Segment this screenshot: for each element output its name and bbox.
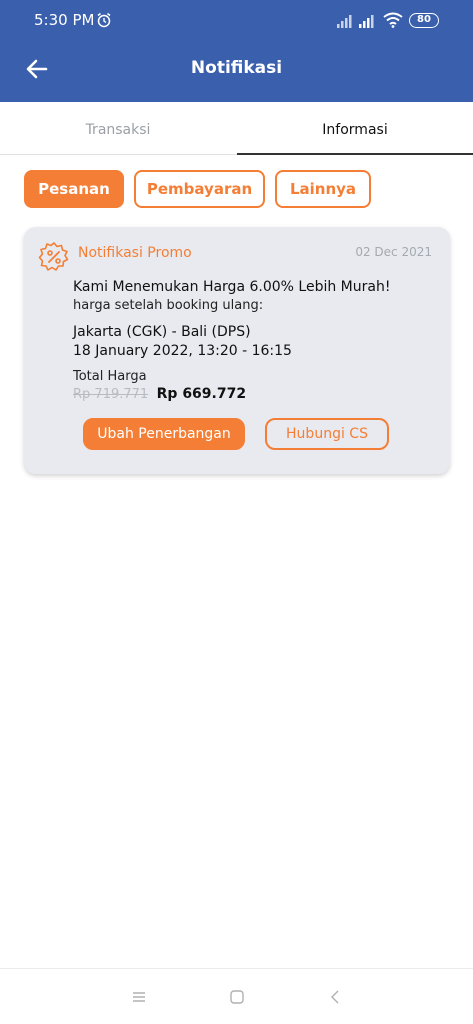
change-flight-button[interactable]: Ubah Penerbangan (83, 418, 245, 450)
page-title: Notifikasi (190, 58, 283, 78)
status-bar: 5:30 PM 80 (0, 0, 473, 40)
notification-type-label: Notifikasi Promo (78, 245, 192, 261)
flight-schedule: 18 January 2022, 13:20 - 16:15 (73, 343, 292, 359)
new-price: Rp 669.772 (156, 386, 247, 402)
price-row: Rp 719.771 Rp 669.772 (73, 386, 246, 402)
notification-subline: harga setelah booking ulang: (73, 298, 264, 313)
filter-chip-pesanan[interactable]: Pesanan (24, 170, 124, 208)
alarm-icon (97, 12, 111, 28)
old-price: Rp 719.771 (73, 387, 149, 402)
nav-back-icon[interactable] (328, 989, 344, 1005)
tab-transaksi[interactable]: Transaksi (0, 102, 236, 155)
app-bar: Notifikasi (0, 40, 473, 102)
flight-route: Jakarta (CGK) - Bali (DPS) (73, 324, 251, 340)
signal-icon (337, 15, 352, 28)
total-price-label: Total Harga (73, 369, 147, 384)
menu-icon[interactable] (131, 989, 147, 1005)
signal-icon (359, 15, 374, 28)
notification-card[interactable]: Notifikasi Promo 02 Dec 2021 Kami Menemu… (24, 227, 450, 474)
filter-chip-pembayaran[interactable]: Pembayaran (134, 170, 265, 208)
system-nav-bar (0, 968, 473, 1024)
contact-cs-button[interactable]: Hubungi CS (265, 418, 389, 450)
tab-bar: Transaksi Informasi (0, 102, 473, 155)
battery-icon: 80 (409, 13, 439, 28)
notification-date: 02 Dec 2021 (355, 245, 432, 259)
wifi-icon (383, 12, 403, 28)
status-time: 5:30 PM (34, 11, 95, 29)
filter-chip-lainnya[interactable]: Lainnya (275, 170, 371, 208)
notification-headline: Kami Menemukan Harga 6.00% Lebih Murah! (73, 279, 391, 295)
home-icon[interactable] (229, 989, 245, 1005)
promo-percent-icon (38, 242, 69, 271)
tab-informasi[interactable]: Informasi (237, 102, 473, 155)
